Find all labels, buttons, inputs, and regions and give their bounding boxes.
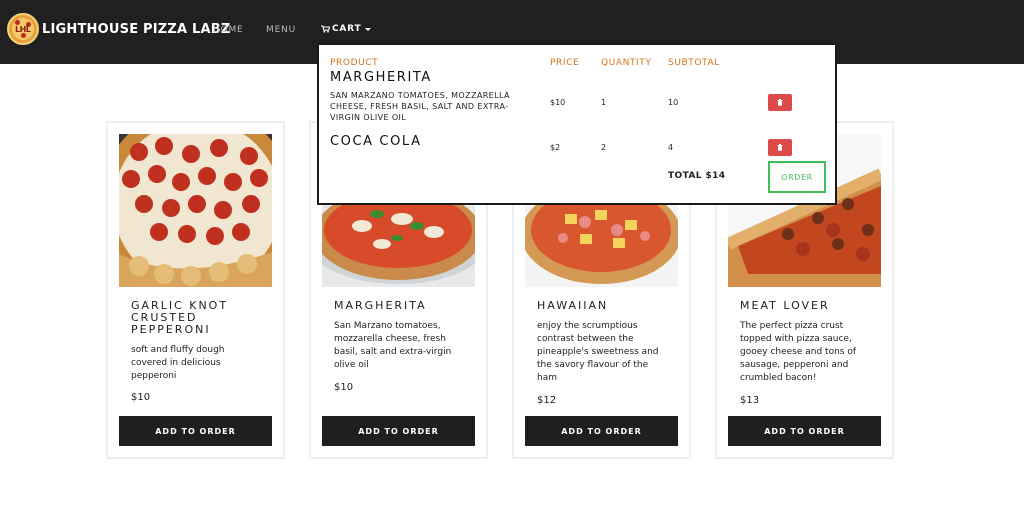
product-price: $10	[131, 392, 151, 403]
cart-item-quantity: 2	[601, 143, 607, 152]
caret-down-icon	[365, 27, 372, 31]
cart-item-quantity: 1	[601, 98, 607, 107]
product-description: soft and fluffy dough covered in delicio…	[131, 345, 225, 381]
trash-icon	[777, 99, 783, 106]
cart-header-product: PRODUCT	[330, 58, 379, 68]
cart-dropdown: PRODUCT PRICE QUANTITY SUBTOTAL MARGHERI…	[317, 43, 837, 205]
product-price: $13	[740, 395, 760, 406]
cart-total: TOTAL $14	[668, 171, 726, 181]
cart-header-quantity: QUANTITY	[601, 58, 652, 68]
pizza-image	[119, 134, 272, 287]
cart-item-name: COCA COLA	[330, 134, 422, 149]
add-to-order-button[interactable]: ADD TO ORDER	[728, 416, 881, 446]
cart-header-subtotal: SUBTOTAL	[668, 58, 720, 68]
logo-icon[interactable]: LHL	[7, 13, 39, 45]
nav-cart-toggle[interactable]: CART	[321, 24, 372, 34]
trash-icon	[777, 144, 783, 151]
remove-item-button[interactable]	[768, 94, 792, 111]
nav-cart-label: CART	[332, 24, 362, 34]
add-to-order-button[interactable]: ADD TO ORDER	[525, 416, 678, 446]
product-title: MARGHERITA	[334, 299, 427, 312]
product-title: HAWAIIAN	[537, 299, 609, 312]
brand-name[interactable]: LIGHTHOUSE PIZZA LABZ	[42, 22, 230, 37]
product-price: $12	[537, 395, 557, 406]
product-title: GARLIC KNOT CRUSTED PEPPERONI	[131, 299, 229, 336]
product-description: enjoy the scrumptious contrast between t…	[537, 321, 659, 383]
cart-header-price: PRICE	[550, 58, 580, 68]
order-button[interactable]: ORDER	[768, 161, 826, 193]
product-price: $10	[334, 382, 354, 393]
nav-home-link[interactable]: HOME	[213, 25, 244, 35]
cart-item-name: MARGHERITA	[330, 70, 432, 85]
cart-item-subtotal: 10	[668, 98, 679, 107]
remove-item-button[interactable]	[768, 139, 792, 156]
cart-item-price: $2	[550, 143, 561, 152]
product-description: San Marzano tomatoes, mozzarella cheese,…	[334, 321, 452, 370]
product-card: GARLIC KNOT CRUSTED PEPPERONI soft and f…	[106, 121, 285, 459]
product-description: The perfect pizza crust topped with pizz…	[740, 321, 857, 383]
logo-mark: LHL	[15, 25, 31, 34]
add-to-order-button[interactable]: ADD TO ORDER	[119, 416, 272, 446]
cart-item-subtotal: 4	[668, 143, 674, 152]
add-to-order-button[interactable]: ADD TO ORDER	[322, 416, 475, 446]
cart-icon	[321, 25, 330, 33]
cart-item-price: $10	[550, 98, 566, 107]
nav-menu-link[interactable]: MENU	[266, 25, 296, 35]
product-title: MEAT LOVER	[740, 299, 830, 312]
cart-item-description: San Marzano tomatoes, mozzarella cheese,…	[330, 91, 510, 122]
